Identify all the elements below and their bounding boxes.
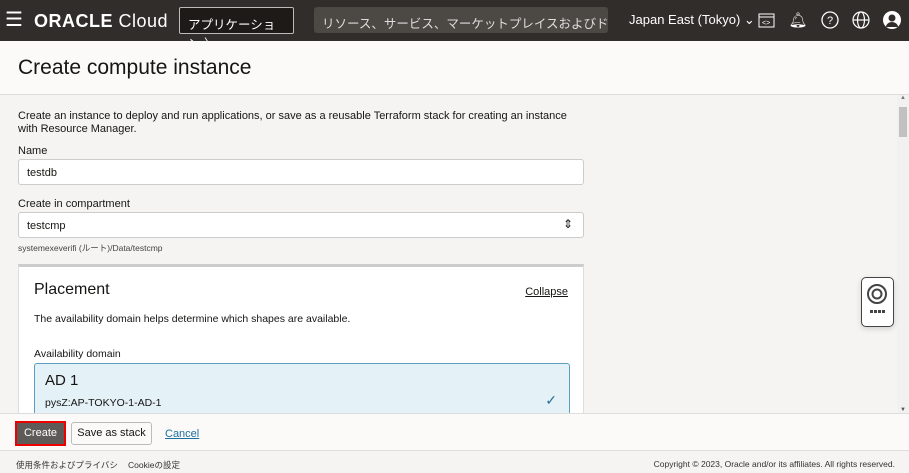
page-header: Create compute instance — [0, 41, 909, 95]
checkmark-icon: ✓ — [545, 392, 557, 409]
svg-text:<>: <> — [762, 20, 770, 27]
region-selector[interactable]: Japan East (Tokyo) ⌄ — [629, 12, 755, 28]
footer: 使用条件およびプライバシ Cookieの設定 Copyright © 2023,… — [0, 452, 909, 473]
name-label: Name — [18, 145, 47, 157]
compartment-select[interactable]: testcmp ⇕ — [18, 212, 584, 238]
search-input[interactable]: リソース、サービス、マーケットプレイスおよびドキュ — [314, 7, 608, 33]
ad-id: pysZ:AP-TOKYO-1-AD-1 — [45, 397, 162, 409]
oracle-cloud-logo[interactable]: ORACLE Cloud — [34, 11, 168, 32]
hamburger-menu-icon[interactable]: ☰ — [5, 10, 23, 30]
ad-name: AD 1 — [45, 372, 78, 389]
page-title: Create compute instance — [18, 56, 251, 80]
create-button[interactable]: Create — [15, 421, 66, 446]
copyright: Copyright © 2023, Oracle and/or its affi… — [654, 459, 895, 469]
terms-privacy-link[interactable]: 使用条件およびプライバシ — [16, 459, 118, 471]
placement-description: The availability domain helps determine … — [34, 313, 350, 325]
cookie-settings-link[interactable]: Cookieの設定 — [128, 459, 180, 471]
user-avatar-icon[interactable] — [882, 10, 902, 30]
placement-section: Placement Collapse The availability doma… — [18, 264, 584, 424]
globe-icon[interactable] — [851, 10, 871, 30]
name-input[interactable]: testdb — [18, 159, 584, 185]
bell-icon[interactable]: 🔔︎ — [788, 10, 808, 30]
compartment-label: Create in compartment — [18, 198, 130, 210]
help-widget-button[interactable] — [861, 277, 894, 327]
availability-domain-label: Availability domain — [34, 348, 121, 360]
top-nav: ☰ ORACLE Cloud アプリケーション 〉 リソース、サービス、マーケッ… — [0, 0, 909, 41]
intro-text: Create an instance to deploy and run app… — [18, 110, 588, 136]
svg-text:?: ? — [827, 15, 833, 27]
help-icon[interactable]: ? — [820, 10, 840, 30]
collapse-link[interactable]: Collapse — [525, 286, 568, 298]
compartment-path: systemexeverifi (ルート)/Data/testcmp — [18, 242, 163, 254]
placement-title: Placement — [34, 281, 110, 299]
scroll-up-icon[interactable]: ▲ — [900, 95, 906, 101]
compartment-value: testcmp — [27, 220, 66, 232]
scrollbar-thumb[interactable] — [899, 107, 907, 137]
updown-chevron-icon: ⇕ — [563, 217, 573, 231]
applications-button[interactable]: アプリケーション 〉 — [179, 7, 294, 34]
cloud-shell-icon[interactable]: <> — [756, 10, 776, 30]
action-bar: Create Save as stack Cancel — [0, 413, 909, 451]
cancel-link[interactable]: Cancel — [165, 428, 199, 440]
save-as-stack-button[interactable]: Save as stack — [71, 422, 152, 445]
scrollbar[interactable]: ▲▼ — [897, 95, 909, 413]
lifebuoy-icon — [862, 278, 892, 324]
